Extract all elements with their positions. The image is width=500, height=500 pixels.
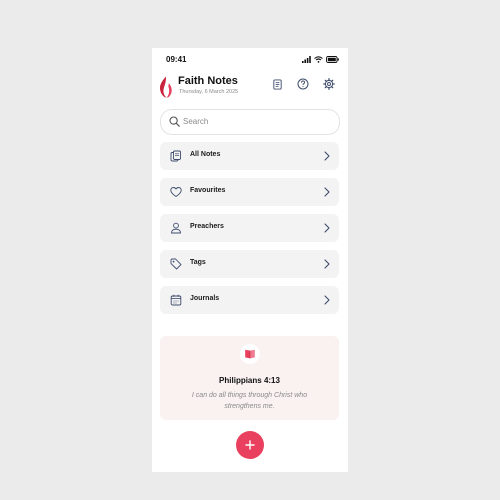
calendar-icon	[170, 294, 182, 306]
plus-icon	[245, 440, 255, 450]
app-screen: 09:41 Faith Notes Thursday, 6 March 2025…	[152, 48, 348, 472]
help-button[interactable]	[294, 75, 312, 93]
menu-item-journals[interactable]: Journals	[160, 286, 339, 314]
notebook-button[interactable]	[268, 75, 286, 93]
open-book-icon	[245, 349, 255, 359]
menu-item-label: Tags	[190, 259, 206, 266]
heart-icon	[170, 187, 182, 197]
tag-icon	[170, 258, 182, 270]
search-input[interactable]	[183, 112, 331, 130]
search-icon	[169, 116, 180, 127]
chevron-right-icon	[324, 295, 330, 305]
search-bar[interactable]	[160, 109, 340, 135]
menu-item-label: All Notes	[190, 151, 221, 158]
notebook-icon	[272, 78, 282, 90]
chevron-right-icon	[324, 259, 330, 269]
verse-reference: Philippians 4:13	[219, 376, 280, 385]
chevron-right-icon	[324, 223, 330, 233]
add-note-button[interactable]	[236, 431, 264, 459]
help-icon	[297, 78, 309, 90]
verse-text: I can do all things through Christ who s…	[191, 392, 308, 410]
battery-icon	[326, 56, 339, 63]
menu-item-label: Favourites	[190, 187, 226, 194]
current-date: Thursday, 6 March 2025	[179, 89, 239, 95]
flame-logo-icon	[159, 76, 172, 98]
menu-item-tags[interactable]: Tags	[160, 250, 339, 278]
settings-button[interactable]	[320, 75, 338, 93]
status-time: 09:41	[166, 55, 187, 64]
signal-icon	[302, 56, 311, 63]
wifi-icon	[314, 56, 323, 63]
menu-item-label: Journals	[190, 295, 220, 302]
chevron-right-icon	[324, 187, 330, 197]
verse-of-the-day-card[interactable]: Philippians 4:13 I can do all things thr…	[160, 336, 339, 420]
verse-icon-badge	[240, 344, 260, 364]
menu-item-label: Preachers	[190, 223, 224, 230]
app-title: Faith Notes	[178, 75, 238, 87]
chevron-right-icon	[324, 151, 330, 161]
gear-icon	[323, 78, 335, 90]
notes-stack-icon	[170, 150, 181, 162]
status-icons	[302, 56, 339, 63]
app-header: Faith Notes Thursday, 6 March 2025	[152, 70, 348, 104]
status-bar: 09:41	[152, 48, 348, 70]
person-icon	[171, 222, 181, 234]
menu-item-all-notes[interactable]: All Notes	[160, 142, 339, 170]
menu-item-favourites[interactable]: Favourites	[160, 178, 339, 206]
menu-item-preachers[interactable]: Preachers	[160, 214, 339, 242]
